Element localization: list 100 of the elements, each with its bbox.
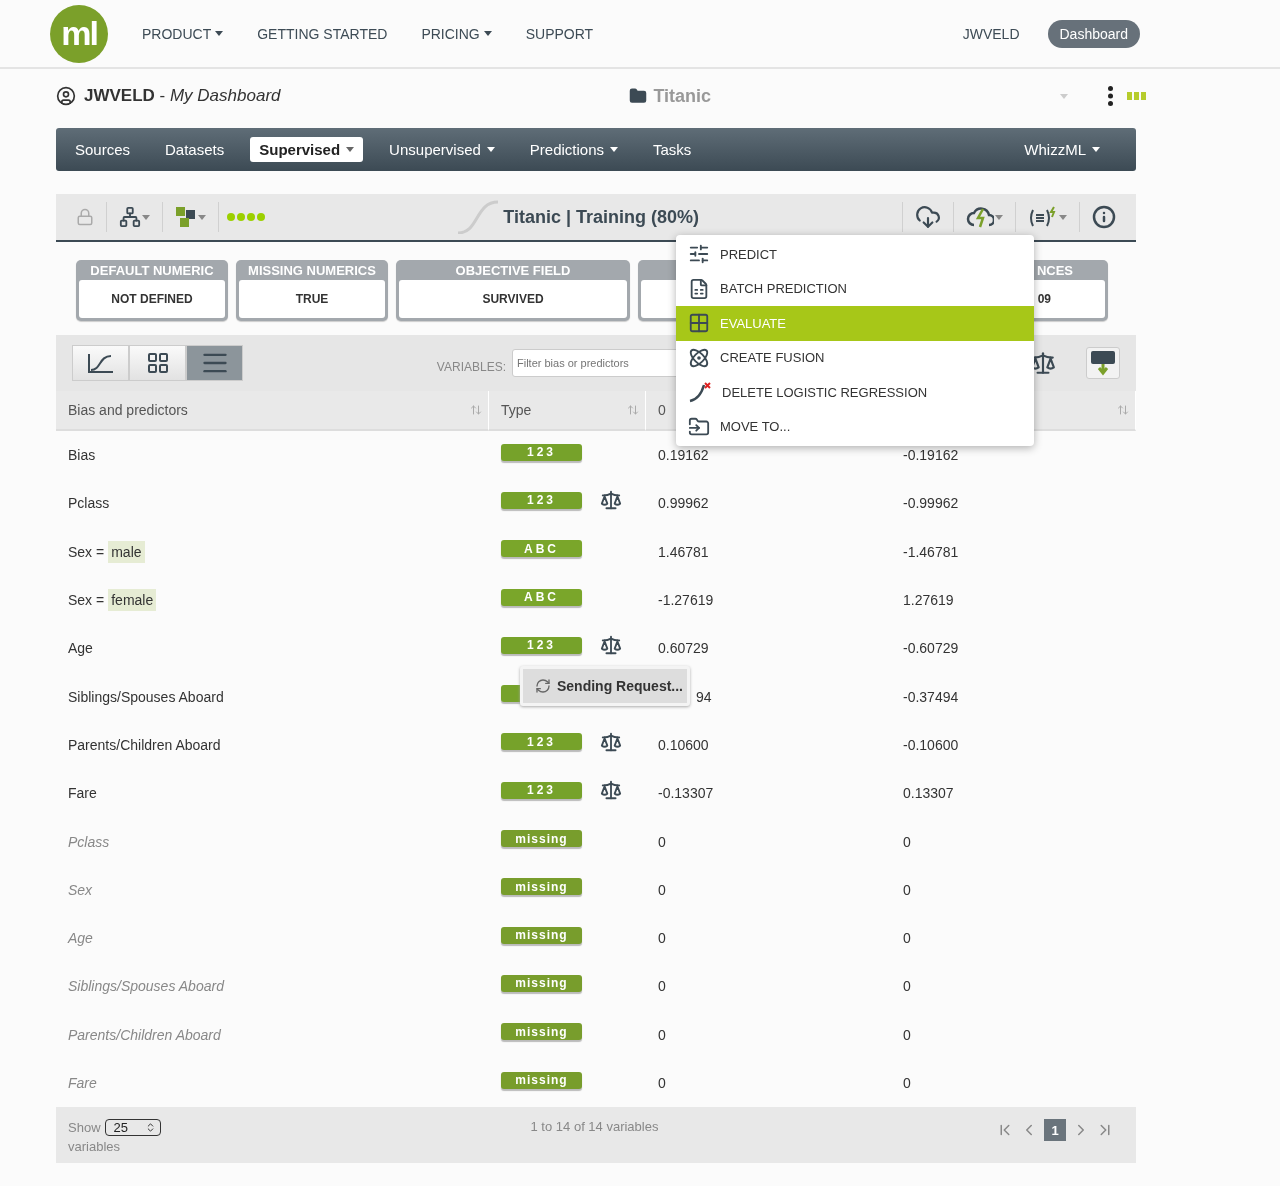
predictor-name: Parents/Children Aboard	[68, 736, 221, 753]
coefficient-value: -1.46781	[903, 543, 959, 560]
menu-tab[interactable]: WhizzML	[1015, 137, 1109, 162]
more-icon[interactable]	[1108, 86, 1113, 106]
coefficient-value: 0	[658, 1026, 666, 1043]
folder-icon	[629, 87, 648, 105]
predictor-name: Siblings/Spouses Aboard	[68, 978, 224, 995]
sort-icon	[627, 404, 639, 416]
coefficient-value: 0.60729	[658, 640, 709, 657]
predictor-name: Siblings/Spouses Aboard	[68, 688, 224, 705]
cloud-lightning-icon[interactable]	[966, 205, 994, 229]
view-button[interactable]	[72, 345, 129, 381]
spreadsheet-icon	[688, 277, 710, 300]
type-badge: missing	[501, 830, 582, 847]
coefficient-value: 0	[903, 978, 911, 995]
predictor-name: Age	[68, 640, 93, 657]
predictor-name: Pclass	[68, 495, 110, 512]
balance-icon	[600, 730, 622, 753]
type-badge: 123	[501, 491, 582, 509]
info-icon	[1092, 205, 1116, 229]
coefficient-value: 0	[658, 978, 666, 995]
variables-label: variables	[68, 1139, 122, 1155]
coefficient-value: 0	[903, 1075, 911, 1091]
nav-link[interactable]: PRODUCT	[142, 25, 224, 42]
page-size-select[interactable]: 25	[104, 1119, 161, 1137]
curve-icon	[457, 200, 500, 234]
sort-icon	[470, 404, 482, 416]
card-header: DEFAULT NUMERIC	[89, 262, 215, 280]
variables-label: VARIABLES:	[436, 360, 506, 374]
caret-icon[interactable]	[198, 214, 206, 220]
folder-move-icon	[688, 415, 710, 438]
predictor-name: Pclass	[68, 833, 110, 850]
page-button[interactable]: 1	[1044, 1119, 1066, 1142]
coefficient-value: -0.37494	[903, 688, 959, 705]
caret-icon[interactable]	[995, 214, 1003, 220]
caret-icon	[610, 147, 619, 152]
formula-lightning-icon[interactable]	[1028, 206, 1058, 228]
pagination-summary: 1 to 14 of 14 variables	[530, 1119, 659, 1135]
bars-icon	[1127, 92, 1146, 100]
caret-icon[interactable]	[1059, 214, 1067, 220]
tab[interactable]: Predictions	[520, 137, 628, 162]
card-header: NCES	[1035, 262, 1074, 280]
coefficient-value: -0.99962	[903, 495, 959, 512]
menu-item[interactable]: PREDICT	[676, 237, 1034, 272]
category-value: male	[108, 540, 145, 563]
predictor-name: Fare	[68, 785, 97, 802]
csv-download-button[interactable]	[1086, 347, 1120, 379]
type-badge: missing	[501, 974, 582, 992]
type-badge: missing	[501, 1023, 582, 1041]
curve-delete-icon	[688, 381, 712, 404]
type-badge: missing	[501, 926, 582, 944]
coefficient-value: 0	[903, 930, 911, 947]
type-badge: 123	[501, 443, 582, 461]
nav-link[interactable]: GETTING STARTED	[257, 25, 388, 42]
coefficient-value: 0.13307	[903, 785, 954, 802]
coefficient-value: 0	[658, 881, 666, 898]
caret-icon	[215, 31, 224, 36]
cloud-download-icon	[915, 204, 941, 230]
number-blocks-icon	[175, 206, 197, 228]
lock-icon	[76, 208, 94, 226]
csv-download-icon	[1090, 350, 1116, 376]
type-badge: ABC	[501, 588, 582, 606]
coefficient-value: 0.99962	[658, 495, 709, 512]
coefficient-value: 0.19162	[658, 447, 709, 464]
column-header[interactable]: Bias and predictors	[56, 391, 489, 431]
coefficient-value: 0	[903, 833, 911, 850]
user-link[interactable]: JWVELD	[962, 25, 1020, 42]
refresh-icon	[535, 678, 551, 695]
caret-icon	[483, 31, 492, 36]
coefficient-value: -0.19162	[903, 447, 959, 464]
card-value: NOT DEFINED	[79, 280, 225, 318]
table-icon	[145, 351, 170, 375]
menu-item[interactable]: MOVE TO...	[676, 409, 1034, 444]
balance-icon	[600, 779, 622, 802]
tab[interactable]: Unsupervised	[380, 137, 504, 162]
curve-icon	[86, 352, 115, 374]
column-header[interactable]: Type	[489, 391, 646, 431]
coefficient-value: 94	[695, 688, 712, 705]
menu-item[interactable]: DELETE LOGISTIC REGRESSION	[676, 375, 1034, 410]
tab[interactable]: Datasets	[156, 137, 234, 162]
status-dots-icon	[227, 213, 267, 221]
atom-icon	[688, 346, 710, 369]
view-button[interactable]	[129, 345, 186, 381]
nav-link[interactable]: SUPPORT	[525, 25, 594, 42]
caret-icon	[346, 147, 355, 152]
predictor-name: Age	[68, 930, 93, 947]
network-icon	[119, 206, 141, 228]
card-value: TRUE	[239, 280, 385, 318]
tab[interactable]: Tasks	[644, 137, 701, 162]
type-badge: ABC	[501, 540, 582, 558]
tab[interactable]: Sources	[66, 137, 140, 162]
coefficient-value: 0.10600	[658, 736, 709, 753]
dashboard-button[interactable]: Dashboard	[1047, 19, 1140, 48]
caret-icon[interactable]	[142, 214, 150, 220]
predictor-name: Sex =	[68, 543, 105, 560]
nav-link[interactable]: PRICING	[421, 25, 492, 42]
user-icon	[56, 86, 76, 106]
tab[interactable]: Supervised	[250, 137, 364, 162]
view-button[interactable]	[186, 345, 243, 381]
balance-icon	[600, 489, 622, 512]
